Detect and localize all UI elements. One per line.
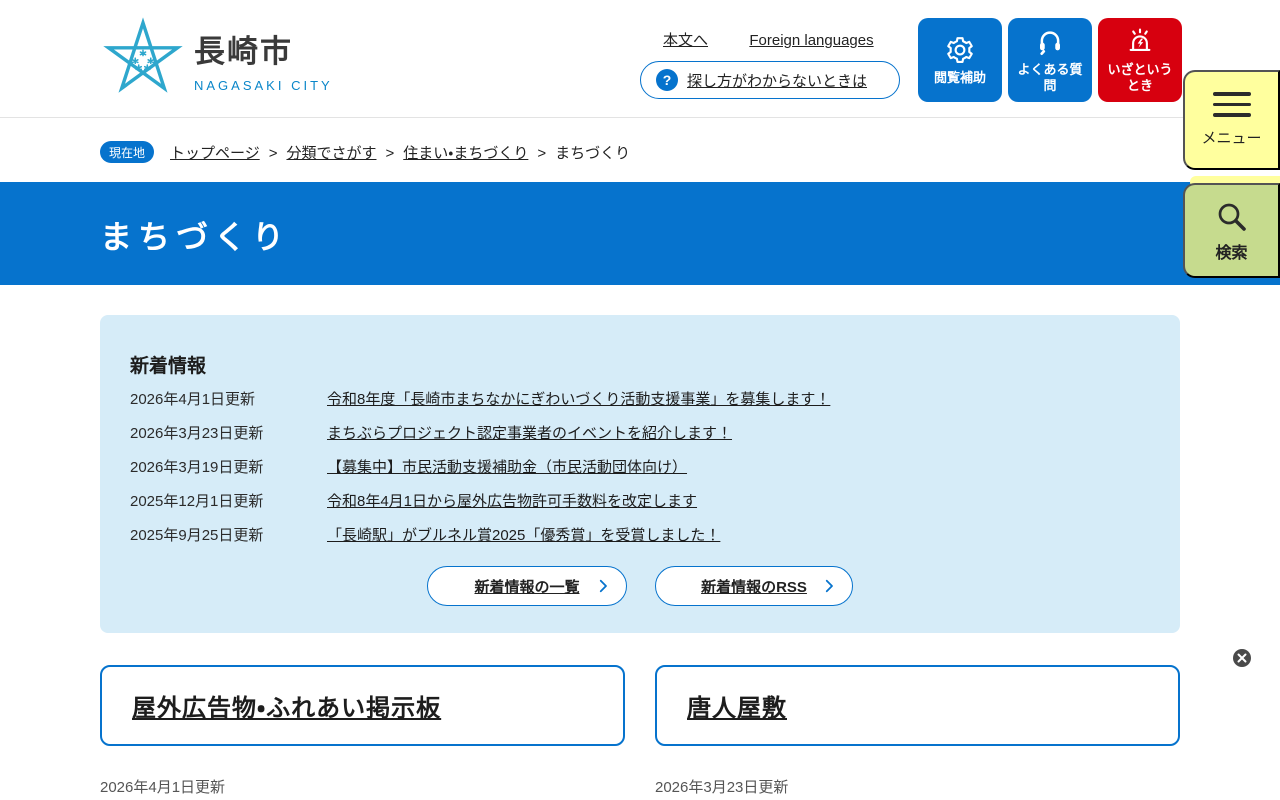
browsing-aid-label: 閲覧補助 — [933, 69, 986, 85]
card-date: 2026年4月1日更新 — [100, 779, 226, 796]
faq-button[interactable]: よくある質問 — [1008, 18, 1092, 102]
news-list-label: 新着情報の一覧 — [474, 578, 580, 596]
news-row: 2025年9月25日更新 「長崎駅」がブルネル賞2025「優秀賞」を受賞しました… — [130, 524, 720, 545]
breadcrumb-separator: > — [537, 145, 547, 162]
gear-icon — [947, 36, 973, 63]
news-link[interactable]: 令和8年4月1日から屋外広告物許可手数料を改定します — [327, 490, 697, 511]
page-title: まちづくり — [100, 219, 291, 255]
search-help-label: 探し方がわからないときは — [687, 72, 868, 90]
news-date: 2025年9月25日更新 — [130, 527, 264, 544]
headset-icon — [1040, 31, 1060, 55]
star-icon — [103, 17, 183, 93]
breadcrumb-housing-link[interactable]: 住まい・まちづくり — [403, 145, 528, 162]
news-rss-button[interactable]: 新着情報のRSS — [655, 566, 853, 606]
news-date: 2025年12月1日更新 — [130, 493, 264, 510]
card-title: 唐人屋敷 — [687, 695, 787, 722]
news-title: 新着情報 — [130, 356, 207, 377]
breadcrumb-home-link[interactable]: トップページ — [170, 145, 260, 162]
city-name: 長崎市 — [194, 33, 293, 69]
breadcrumb-trail: トップページ > 分類でさがす > 住まい・まちづくり > まちづくり — [170, 142, 630, 163]
faq-label: よくある質問 — [1017, 61, 1083, 93]
news-link[interactable]: 【募集中】市民活動支援補助金（市民活動団体向け） — [327, 456, 687, 477]
menu-label: メニュー — [1201, 129, 1262, 147]
news-date: 2026年4月1日更新 — [130, 391, 256, 408]
site-logo[interactable]: 長崎市 NAGASAKI CITY — [100, 16, 333, 102]
search-label: 検索 — [1215, 244, 1248, 262]
news-row: 2026年4月1日更新 令和8年度「長崎市まちなかにぎわいづくり活動支援事業」を… — [130, 388, 830, 409]
news-row: 2026年3月23日更新 まちぶらプロジェクト認定事業者のイベントを紹介します！ — [130, 422, 732, 443]
question-icon: ? — [656, 69, 678, 91]
site-header: 長崎市 NAGASAKI CITY 本文へ Foreign languages … — [0, 0, 1280, 118]
utility-links: 本文へ Foreign languages — [663, 29, 874, 50]
menu-button[interactable]: メニュー — [1183, 70, 1280, 170]
emergency-label: いざというとき — [1107, 61, 1173, 93]
news-row: 2025年12月1日更新 令和8年4月1日から屋外広告物許可手数料を改定します — [130, 490, 697, 511]
page-title-banner: まちづくり — [0, 182, 1280, 285]
chevron-right-icon — [599, 579, 607, 593]
emergency-button[interactable]: いざというとき — [1098, 18, 1182, 102]
close-icon — [1237, 653, 1247, 663]
news-link[interactable]: 「長崎駅」がブルネル賞2025「優秀賞」を受賞しました！ — [327, 524, 720, 545]
news-link[interactable]: まちぶらプロジェクト認定事業者のイベントを紹介します！ — [327, 422, 732, 443]
city-name-en: NAGASAKI CITY — [194, 77, 333, 93]
news-link[interactable]: 令和8年度「長崎市まちなかにぎわいづくり活動支援事業」を募集します！ — [327, 388, 830, 409]
search-button[interactable]: 検索 — [1183, 183, 1280, 278]
chevron-right-icon — [825, 579, 833, 593]
card-title: 屋外広告物・ふれあい掲示板 — [132, 695, 442, 722]
news-row: 2026年3月19日更新 【募集中】市民活動支援補助金（市民活動団体向け） — [130, 456, 687, 477]
news-rss-label: 新着情報のRSS — [701, 578, 807, 596]
card-date: 2026年3月23日更新 — [655, 779, 789, 796]
logo-text: 長崎市 NAGASAKI CITY — [194, 26, 333, 93]
breadcrumb: 現在地 トップページ > 分類でさがす > 住まい・まちづくり > まちづくり — [0, 118, 1280, 182]
browsing-aid-button[interactable]: 閲覧補助 — [918, 18, 1002, 102]
news-list-button[interactable]: 新着情報の一覧 — [427, 566, 627, 606]
breadcrumb-separator: > — [268, 145, 278, 162]
breadcrumb-category-link[interactable]: 分類でさがす — [286, 145, 376, 162]
card-outdoor-ads[interactable]: 屋外広告物・ふれあい掲示板 — [100, 665, 625, 746]
news-date: 2026年3月19日更新 — [130, 459, 264, 476]
magnifier-icon — [1218, 203, 1246, 231]
current-location-badge: 現在地 — [100, 141, 155, 163]
hamburger-icon — [1212, 92, 1251, 117]
news-date: 2026年3月23日更新 — [130, 425, 264, 442]
siren-icon — [1129, 28, 1151, 51]
foreign-languages-link[interactable]: Foreign languages — [749, 32, 873, 49]
card-tojin-yashiki[interactable]: 唐人屋敷 — [655, 665, 1180, 746]
breadcrumb-separator: > — [385, 145, 395, 162]
page: 長崎市 NAGASAKI CITY 本文へ Foreign languages … — [0, 0, 1280, 800]
skip-to-content-link[interactable]: 本文へ — [663, 32, 708, 49]
close-button[interactable] — [1233, 649, 1251, 667]
search-help-button[interactable]: ? 探し方がわからないときは — [640, 61, 900, 99]
news-panel: 新着情報 2026年4月1日更新 令和8年度「長崎市まちなかにぎわいづくり活動支… — [100, 315, 1180, 633]
breadcrumb-current: まちづくり — [555, 145, 631, 162]
